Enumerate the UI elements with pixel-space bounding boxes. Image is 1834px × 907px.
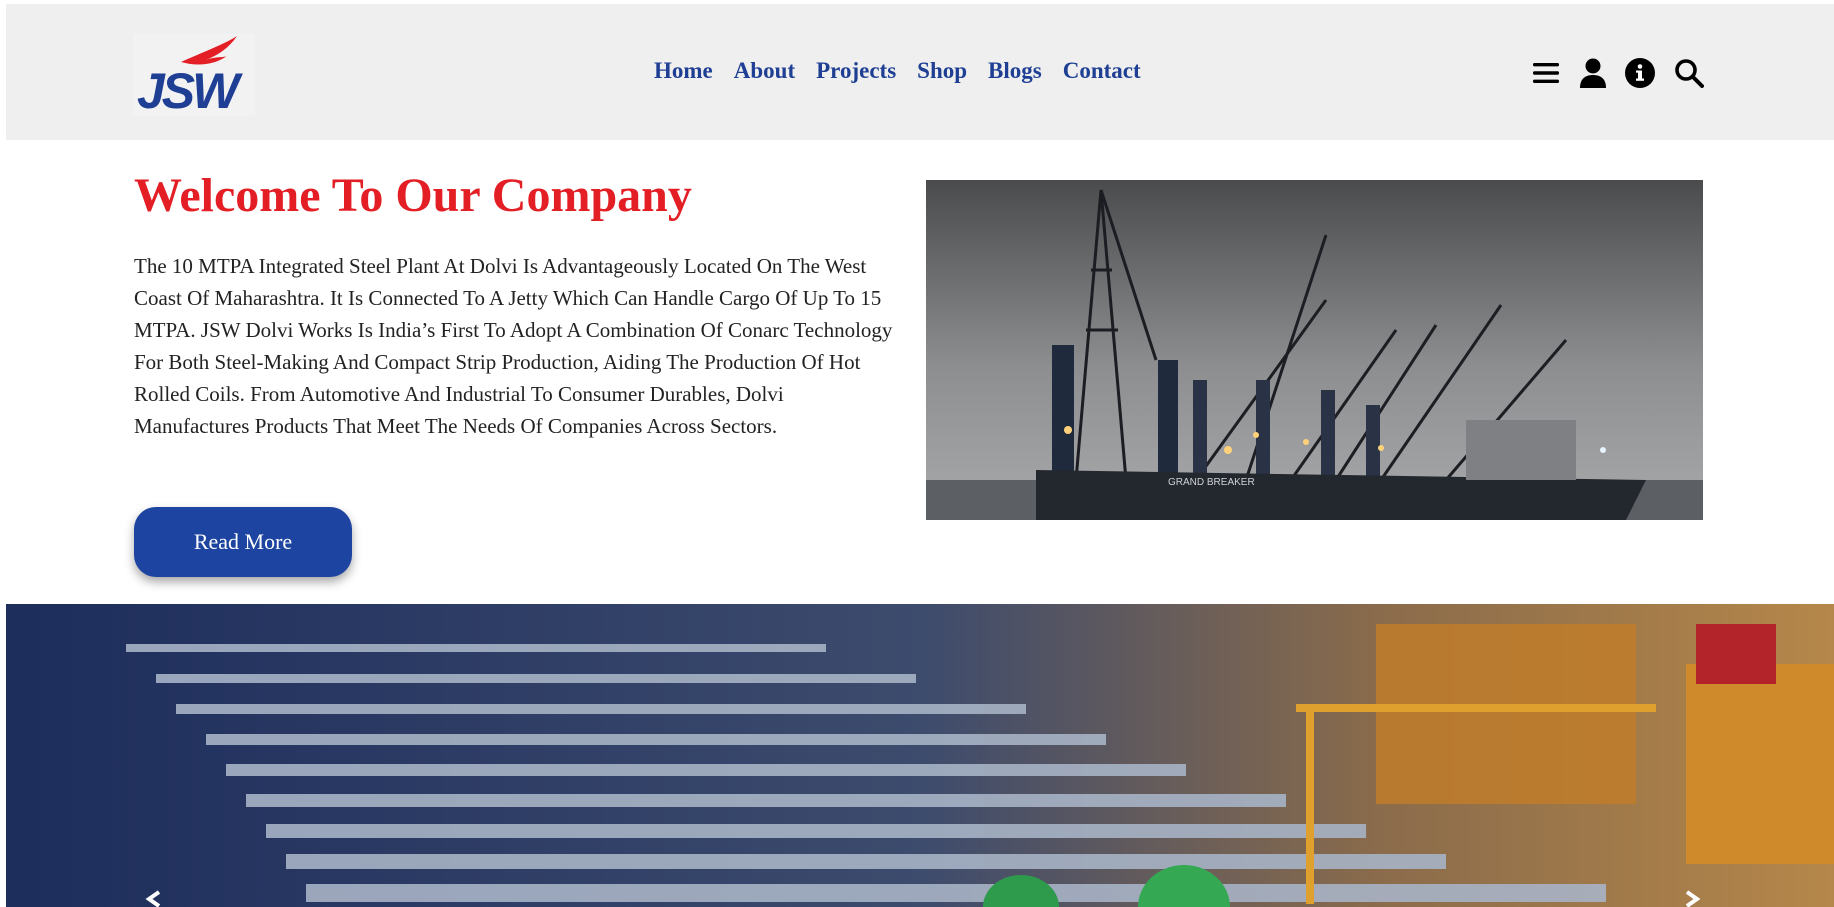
- search-icon[interactable]: [1672, 56, 1706, 90]
- nav-projects[interactable]: Projects: [816, 58, 896, 84]
- read-more-button[interactable]: Read More: [134, 507, 352, 577]
- main-nav: Home About Projects Shop Blogs Contact: [654, 58, 1162, 84]
- nav-shop[interactable]: Shop: [917, 58, 967, 84]
- nav-home[interactable]: Home: [654, 58, 713, 84]
- menu-icon[interactable]: [1529, 56, 1563, 90]
- steel-yard-banner: [6, 604, 1834, 907]
- svg-text:JSW: JSW: [137, 63, 243, 116]
- site-header: JSW Home About Projects Shop Blogs Conta…: [6, 4, 1834, 140]
- nav-contact[interactable]: Contact: [1063, 58, 1141, 84]
- carousel-prev-arrow[interactable]: [143, 888, 165, 907]
- welcome-description: The 10 MTPA Integrated Steel Plant At Do…: [134, 254, 893, 438]
- page: JSW Home About Projects Shop Blogs Conta…: [6, 4, 1834, 907]
- user-icon[interactable]: [1576, 56, 1610, 90]
- port-cranes-image: GRAND BREAKER: [926, 180, 1703, 520]
- nav-blogs[interactable]: Blogs: [988, 58, 1042, 84]
- info-icon[interactable]: [1623, 56, 1657, 90]
- welcome-title: Welcome To Our Company: [134, 169, 692, 222]
- header-icons: [1529, 56, 1706, 90]
- carousel-next-arrow[interactable]: [1681, 888, 1703, 907]
- nav-about[interactable]: About: [734, 58, 795, 84]
- ship-name-label: GRAND BREAKER: [1168, 477, 1255, 488]
- jsw-logo[interactable]: JSW: [133, 34, 255, 119]
